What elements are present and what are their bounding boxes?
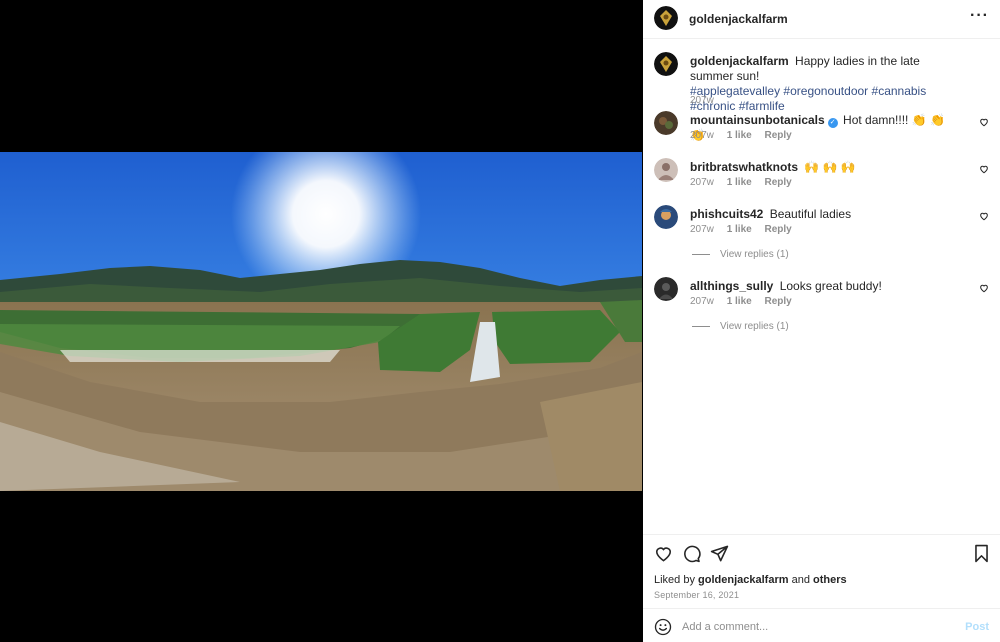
comment-text-block: britbratswhatknots 🙌 🙌 🙌 <box>690 160 960 175</box>
liked-by-summary: Liked by goldenjackalfarm and others <box>654 574 847 586</box>
liked-by-conjunction: and <box>791 574 810 586</box>
farm-panorama-image <box>0 152 642 491</box>
view-replies-label: View replies (1) <box>720 321 789 332</box>
comment-icon[interactable] <box>682 544 701 563</box>
post-sidebar: goldenjackalfarm ··· goldenjackalfarm Ha… <box>643 0 1000 642</box>
media-panel <box>0 0 642 642</box>
liked-by-user[interactable]: goldenjackalfarm <box>698 574 788 586</box>
avatar[interactable] <box>654 158 678 182</box>
reply-button[interactable]: Reply <box>765 224 792 235</box>
heart-icon[interactable] <box>979 164 989 174</box>
add-comment-bar: Post <box>643 608 1000 642</box>
post-owner-username[interactable]: goldenjackalfarm <box>689 12 788 26</box>
caption-username[interactable]: goldenjackalfarm <box>690 54 789 68</box>
timestamp[interactable]: 207w <box>690 95 714 106</box>
comment-input[interactable] <box>682 618 942 636</box>
hashtag-link[interactable]: #oregonoutdoor <box>783 84 868 98</box>
like-count[interactable]: 1 like <box>727 177 752 188</box>
avatar[interactable] <box>654 111 678 135</box>
reply-button[interactable]: Reply <box>765 296 792 307</box>
comment-username[interactable]: mountainsunbotanicals <box>690 113 825 127</box>
action-bar: Liked by goldenjackalfarm and others Sep… <box>643 534 1000 608</box>
heart-icon[interactable] <box>979 117 989 127</box>
divider-line <box>692 253 710 255</box>
post-dialog: goldenjackalfarm ··· goldenjackalfarm Ha… <box>0 0 1000 642</box>
heart-icon[interactable] <box>979 211 989 221</box>
comment-meta: 207w 1 like Reply <box>690 177 802 188</box>
comment-text: 🙌 🙌 🙌 <box>804 160 856 174</box>
timestamp[interactable]: 207w <box>690 177 714 188</box>
like-count[interactable]: 1 like <box>727 296 752 307</box>
timestamp[interactable]: 207w <box>690 130 714 141</box>
avatar[interactable] <box>654 277 678 301</box>
like-count[interactable]: 1 like <box>727 224 752 235</box>
post-photo[interactable] <box>0 152 642 491</box>
timestamp[interactable]: 207w <box>690 296 714 307</box>
more-horizontal-icon[interactable]: ··· <box>970 8 988 25</box>
view-replies-button[interactable]: View replies (1) <box>692 321 789 332</box>
emoji-icon[interactable] <box>654 618 672 636</box>
hashtag-link[interactable]: #farmlife <box>739 99 785 113</box>
liked-by-prefix: Liked by <box>654 574 695 586</box>
post-button[interactable]: Post <box>965 621 989 633</box>
heart-icon[interactable] <box>979 283 989 293</box>
comment-meta: 207w 1 like Reply <box>690 130 802 141</box>
comment-meta: 207w 1 like Reply <box>690 296 802 307</box>
comment-text-block: phishcuits42 Beautiful ladies <box>690 207 960 222</box>
comment-text: Looks great buddy! <box>779 279 882 293</box>
caption-text-block: goldenjackalfarm Happy ladies in the lat… <box>690 54 960 114</box>
avatar[interactable] <box>654 205 678 229</box>
avatar[interactable] <box>654 52 678 76</box>
bookmark-icon[interactable] <box>972 544 991 563</box>
hashtag-link[interactable]: #cannabis <box>872 84 927 98</box>
send-icon[interactable] <box>710 544 729 563</box>
comment-text-block: allthings_sully Looks great buddy! <box>690 279 960 294</box>
verified-badge-icon: ✓ <box>827 118 838 128</box>
like-count[interactable]: 1 like <box>727 130 752 141</box>
caption-meta: 207w <box>690 95 724 106</box>
comment-meta: 207w 1 like Reply <box>690 224 802 235</box>
comment-username[interactable]: allthings_sully <box>690 279 773 293</box>
liked-by-others[interactable]: others <box>813 574 847 586</box>
avatar[interactable] <box>654 6 678 30</box>
comment-text: Beautiful ladies <box>769 207 852 221</box>
post-header: goldenjackalfarm ··· <box>643 0 1000 39</box>
heart-icon[interactable] <box>654 544 673 563</box>
comments-list: goldenjackalfarm Happy ladies in the lat… <box>643 40 1000 534</box>
view-replies-label: View replies (1) <box>720 249 789 260</box>
post-date[interactable]: September 16, 2021 <box>654 590 739 600</box>
view-replies-button[interactable]: View replies (1) <box>692 249 789 260</box>
comment-username[interactable]: phishcuits42 <box>690 207 763 221</box>
comment-username[interactable]: britbratswhatknots <box>690 160 798 174</box>
timestamp[interactable]: 207w <box>690 224 714 235</box>
reply-button[interactable]: Reply <box>765 177 792 188</box>
divider-line <box>692 325 710 327</box>
reply-button[interactable]: Reply <box>765 130 792 141</box>
